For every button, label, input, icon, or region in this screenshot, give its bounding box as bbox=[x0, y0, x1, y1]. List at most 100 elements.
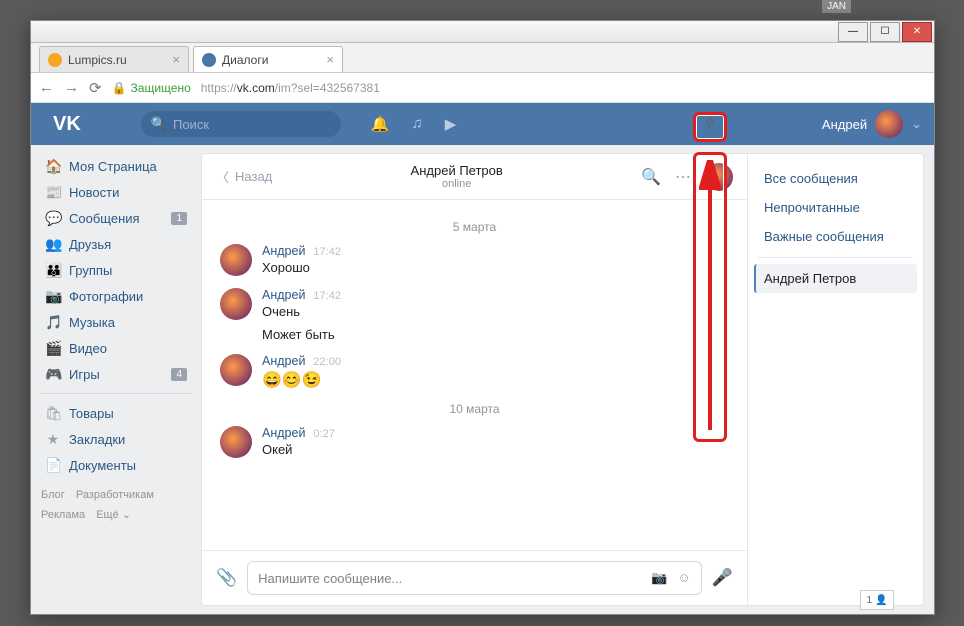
search-placeholder: Поиск bbox=[173, 117, 209, 132]
news-icon: 📰 bbox=[45, 184, 61, 201]
sidebar-item-my-page[interactable]: 🏠Моя Страница bbox=[41, 153, 191, 179]
chat-title: Андрей Петров bbox=[272, 163, 641, 178]
avatar[interactable] bbox=[220, 354, 252, 386]
msg-author[interactable]: Андрей bbox=[262, 354, 305, 368]
back-icon[interactable]: ← bbox=[39, 79, 54, 96]
browser-tab[interactable]: Диалоги × bbox=[193, 46, 343, 72]
vk-body: 🏠Моя Страница 📰Новости 💬Сообщения1 👥Друз… bbox=[31, 145, 934, 614]
footer-link[interactable]: Ещё ⌄ bbox=[96, 509, 131, 521]
maximize-button[interactable]: ☐ bbox=[870, 22, 900, 42]
msg-time: 17:42 bbox=[313, 246, 341, 258]
user-menu[interactable]: Андрей ⌄ bbox=[822, 110, 922, 138]
sidebar-item-bookmarks[interactable]: ★Закладки bbox=[41, 426, 191, 452]
left-sidebar: 🏠Моя Страница 📰Новости 💬Сообщения1 👥Друз… bbox=[41, 153, 191, 606]
chat-main: 〈 Назад Андрей Петров online 🔍 ⋯ 5 марта bbox=[202, 154, 748, 605]
games-icon: 🎮 bbox=[45, 366, 61, 383]
footer-link[interactable]: Блог bbox=[41, 489, 65, 501]
msg-text: Окей bbox=[262, 442, 729, 457]
message: Андрей 22:00 😄😊😉 bbox=[220, 354, 729, 390]
msg-time: 22:00 bbox=[313, 356, 341, 368]
dialog-selected[interactable]: Андрей Петров bbox=[754, 264, 917, 293]
msg-time: 17:42 bbox=[313, 290, 341, 302]
chat-sidebar: Все сообщения Непрочитанные Важные сообщ… bbox=[748, 154, 923, 605]
avatar[interactable] bbox=[705, 163, 733, 191]
minimize-button[interactable]: — bbox=[838, 22, 868, 42]
search-icon: 🔍 bbox=[151, 116, 167, 132]
more-icon[interactable]: ⋯ bbox=[675, 167, 691, 187]
close-button[interactable]: ✕ bbox=[902, 22, 932, 42]
date-divider: 5 марта bbox=[220, 220, 729, 234]
url-text[interactable]: https://vk.com/im?sel=432567381 bbox=[201, 81, 380, 95]
search-icon[interactable]: 🔍 bbox=[641, 167, 661, 187]
reload-icon[interactable]: ⟳ bbox=[89, 79, 102, 97]
music-icon[interactable]: ♫ bbox=[411, 115, 422, 133]
chat-header: 〈 Назад Андрей Петров online 🔍 ⋯ bbox=[202, 154, 747, 200]
mic-icon[interactable]: 🎤 bbox=[712, 568, 733, 588]
message: Андрей 0:27 Окей bbox=[220, 426, 729, 458]
home-icon: 🏠 bbox=[45, 158, 61, 175]
date-divider: 10 марта bbox=[220, 402, 729, 416]
chevron-down-icon: ⌄ bbox=[911, 116, 922, 132]
msg-time: 0:27 bbox=[313, 428, 334, 440]
status-indicator[interactable]: 1 👤 bbox=[860, 590, 894, 610]
message-input[interactable]: Напишите сообщение... 📷 ☺ bbox=[247, 561, 702, 595]
favicon bbox=[202, 53, 216, 67]
chat-body[interactable]: 5 марта Андрей 17:42 Хорошо Андрей 17:42 bbox=[202, 200, 747, 550]
music-icon: 🎵 bbox=[45, 314, 61, 331]
video-icon: 🎬 bbox=[45, 340, 61, 357]
bell-icon[interactable]: 🔔 bbox=[371, 115, 390, 133]
sidebar-item-video[interactable]: 🎬Видео bbox=[41, 335, 191, 361]
msg-author[interactable]: Андрей bbox=[262, 426, 305, 440]
tab-title: Диалоги bbox=[222, 53, 268, 67]
star-icon: ★ bbox=[45, 431, 61, 448]
search-input[interactable]: 🔍 Поиск bbox=[141, 111, 341, 137]
user-name: Андрей bbox=[822, 117, 867, 132]
browser-tab[interactable]: Lumpics.ru × bbox=[39, 46, 189, 72]
msg-author[interactable]: Андрей bbox=[262, 288, 305, 302]
sidebar-item-photos[interactable]: 📷Фотографии bbox=[41, 283, 191, 309]
friends-icon: 👥 bbox=[45, 236, 61, 253]
avatar[interactable] bbox=[220, 426, 252, 458]
message: Андрей17:42 Очень Может быть bbox=[220, 288, 729, 342]
forward-icon[interactable]: → bbox=[64, 79, 79, 96]
sidebar-item-news[interactable]: 📰Новости bbox=[41, 179, 191, 205]
sidebar-item-docs[interactable]: 📄Документы bbox=[41, 452, 191, 478]
tab-close-icon[interactable]: × bbox=[326, 52, 334, 67]
window-titlebar: — ☐ ✕ bbox=[31, 21, 934, 43]
sidebar-item-groups[interactable]: 👪Группы bbox=[41, 257, 191, 283]
msg-author[interactable]: Андрей bbox=[262, 244, 305, 258]
tab-close-icon[interactable]: × bbox=[172, 52, 180, 67]
sidebar-item-friends[interactable]: 👥Друзья bbox=[41, 231, 191, 257]
play-icon[interactable]: ▶ bbox=[445, 115, 457, 133]
sidebar-footer: Блог Разработчикам Реклама Ещё ⌄ bbox=[41, 486, 191, 526]
sidebar-item-music[interactable]: 🎵Музыка bbox=[41, 309, 191, 335]
vk-logo[interactable]: VK bbox=[53, 113, 81, 136]
browser-window: — ☐ ✕ Lumpics.ru × Диалоги × ← → ⟳ 🔒 Защ… bbox=[30, 20, 935, 615]
attach-icon[interactable]: 📎 bbox=[216, 568, 237, 588]
sidebar-item-messages[interactable]: 💬Сообщения1 bbox=[41, 205, 191, 231]
msg-emoji: 😄😊😉 bbox=[262, 370, 729, 390]
filter-unread[interactable]: Непрочитанные bbox=[754, 193, 917, 222]
avatar bbox=[875, 110, 903, 138]
avatar[interactable] bbox=[220, 288, 252, 320]
sidebar-item-games[interactable]: 🎮Игры4 bbox=[41, 361, 191, 387]
footer-link[interactable]: Разработчикам bbox=[76, 489, 154, 501]
input-placeholder: Напишите сообщение... bbox=[258, 571, 402, 586]
filter-important[interactable]: Важные сообщения bbox=[754, 222, 917, 251]
photo-icon: 📷 bbox=[45, 288, 61, 305]
secure-indicator: 🔒 Защищено bbox=[112, 81, 191, 95]
badge: 1 bbox=[171, 212, 187, 225]
msg-text: Хорошо bbox=[262, 260, 729, 275]
footer-link[interactable]: Реклама bbox=[41, 509, 85, 521]
back-button[interactable]: 〈 Назад bbox=[216, 167, 272, 186]
camera-icon[interactable]: 📷 bbox=[651, 570, 667, 586]
filter-all[interactable]: Все сообщения bbox=[754, 164, 917, 193]
emoji-icon[interactable]: ☺ bbox=[678, 570, 691, 586]
badge: 4 bbox=[171, 368, 187, 381]
message: Андрей 17:42 Хорошо bbox=[220, 244, 729, 276]
pin-icon[interactable] bbox=[703, 117, 717, 131]
sidebar-item-market[interactable]: 🛍Товары bbox=[41, 400, 191, 426]
jan-badge: JAN bbox=[822, 0, 851, 13]
avatar[interactable] bbox=[220, 244, 252, 276]
chat-icon: 💬 bbox=[45, 210, 61, 227]
